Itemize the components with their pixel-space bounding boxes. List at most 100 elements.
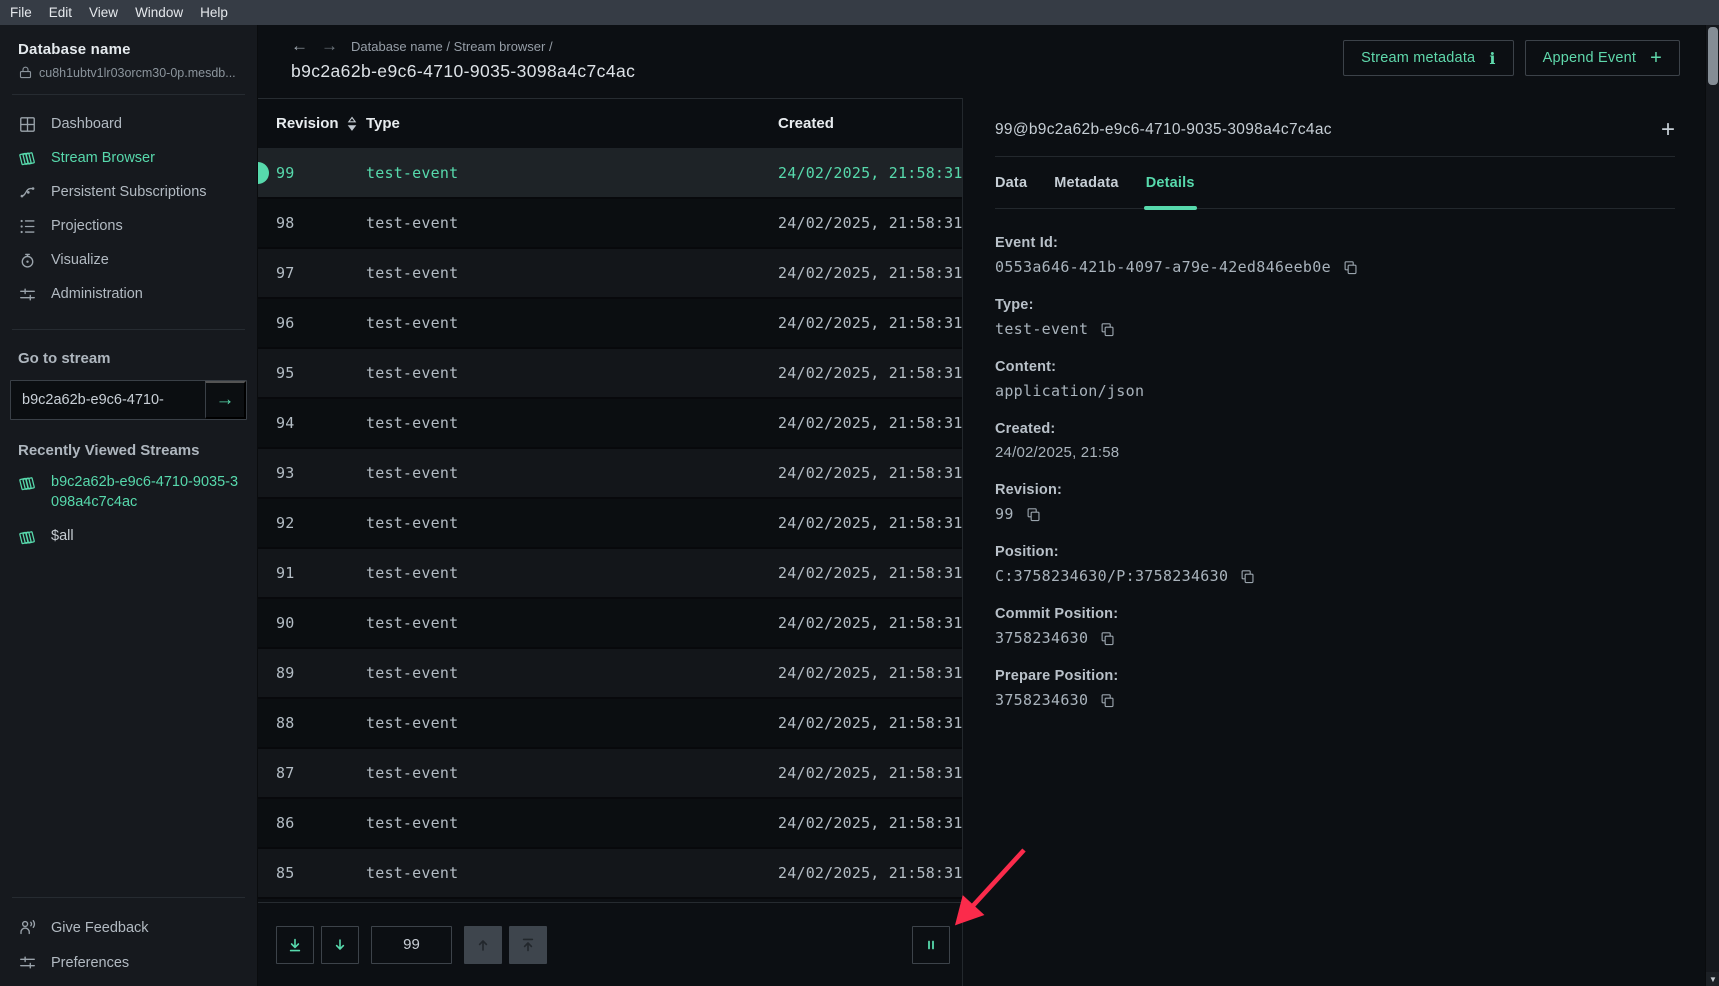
- preferences-button[interactable]: Preferences: [0, 945, 257, 980]
- breadcrumb-text: Database name / Stream browser /: [351, 39, 553, 54]
- goto-stream-button[interactable]: →: [205, 381, 246, 419]
- field-value: 99: [995, 505, 1014, 523]
- table-row[interactable]: 95test-event24/02/2025, 21:58:31: [258, 349, 962, 399]
- jump-to-last-button[interactable]: [276, 926, 314, 964]
- field-type: Type: test-event: [995, 297, 1675, 338]
- jump-to-first-button[interactable]: [509, 926, 547, 964]
- table-body: 99test-event24/02/2025, 21:58:31 98test-…: [258, 149, 962, 899]
- field-created: Created: 24/02/2025, 21:58: [995, 421, 1675, 461]
- menubar: File Edit View Window Help: [0, 0, 1719, 25]
- table-row[interactable]: 90test-event24/02/2025, 21:58:31: [258, 599, 962, 649]
- tab-data[interactable]: Data: [995, 157, 1027, 208]
- tab-details[interactable]: Details: [1146, 157, 1195, 208]
- arrow-up-to-line-icon: [520, 937, 536, 953]
- scrollbar-down-arrow[interactable]: ▼: [1706, 972, 1719, 986]
- recent-streams-list: b9c2a62b-e9c6-4710-9035-3098a4c7c4ac $al…: [0, 459, 257, 547]
- sidebar-item-administration[interactable]: Administration: [0, 277, 257, 311]
- sort-icon[interactable]: [347, 116, 357, 132]
- add-icon[interactable]: +: [1661, 118, 1675, 142]
- copy-icon[interactable]: [1342, 259, 1359, 276]
- stream-metadata-label: Stream metadata: [1361, 50, 1475, 66]
- field-value: 3758234630: [995, 629, 1088, 647]
- append-event-button[interactable]: Append Event +: [1525, 40, 1680, 76]
- stream-icon: [18, 528, 37, 547]
- sidebar-item-label: Visualize: [51, 252, 109, 268]
- append-event-label: Append Event: [1543, 50, 1637, 66]
- pause-live-updates-button[interactable]: [912, 926, 950, 964]
- main-header: ← → Database name / Stream browser / b9c…: [258, 25, 1719, 98]
- recent-streams-heading: Recently Viewed Streams: [0, 420, 257, 459]
- goto-stream-input[interactable]: [11, 381, 205, 419]
- menu-view[interactable]: View: [89, 5, 118, 20]
- sidebar-item-visualize[interactable]: Visualize: [0, 243, 257, 277]
- copy-icon[interactable]: [1099, 692, 1116, 709]
- table-row[interactable]: 98test-event24/02/2025, 21:58:31: [258, 199, 962, 249]
- goto-stream-control: →: [10, 380, 247, 420]
- database-name: Database name: [18, 41, 239, 58]
- sidebar-item-persistent-subscriptions[interactable]: Persistent Subscriptions: [0, 175, 257, 209]
- back-arrow-icon[interactable]: ←: [291, 36, 308, 56]
- preferences-label: Preferences: [51, 955, 129, 971]
- table-row[interactable]: 97test-event24/02/2025, 21:58:31: [258, 249, 962, 299]
- revision-number-input[interactable]: [371, 926, 452, 964]
- sidebar-item-projections[interactable]: Projections: [0, 209, 257, 243]
- scrollbar-thumb[interactable]: [1708, 27, 1718, 85]
- previous-page-button[interactable]: [464, 926, 502, 964]
- detail-tabs: Data Metadata Details: [995, 157, 1675, 209]
- sidebar-item-dashboard[interactable]: Dashboard: [0, 107, 257, 141]
- table-row[interactable]: 86test-event24/02/2025, 21:58:31: [258, 799, 962, 849]
- field-value: C:3758234630/P:3758234630: [995, 567, 1228, 585]
- table-row[interactable]: 89test-event24/02/2025, 21:58:31: [258, 649, 962, 699]
- recent-stream-item[interactable]: $all: [18, 527, 239, 547]
- forward-arrow-icon[interactable]: →: [321, 36, 338, 56]
- copy-icon[interactable]: [1099, 321, 1116, 338]
- arrow-up-icon: [475, 937, 491, 953]
- field-value: test-event: [995, 320, 1088, 338]
- goto-stream-heading: Go to stream: [0, 330, 257, 367]
- column-header-revision[interactable]: Revision: [276, 115, 366, 132]
- menu-window[interactable]: Window: [135, 5, 183, 20]
- copy-icon[interactable]: [1239, 568, 1256, 585]
- sidebar-item-label: Projections: [51, 218, 123, 234]
- next-page-button[interactable]: [321, 926, 359, 964]
- copy-icon[interactable]: [1025, 506, 1042, 523]
- stream-icon: [18, 474, 37, 493]
- feedback-icon: [18, 918, 37, 937]
- give-feedback-label: Give Feedback: [51, 920, 149, 936]
- subscriptions-icon: [18, 183, 37, 202]
- table-row[interactable]: 92test-event24/02/2025, 21:58:31: [258, 499, 962, 549]
- field-value: 3758234630: [995, 691, 1088, 709]
- database-id: cu8h1ubtv1lr03orcm30-0p.mesdb...: [39, 66, 236, 80]
- table-row[interactable]: 99test-event24/02/2025, 21:58:31: [258, 149, 962, 199]
- table-row[interactable]: 94test-event24/02/2025, 21:58:31: [258, 399, 962, 449]
- table-row[interactable]: 87test-event24/02/2025, 21:58:31: [258, 749, 962, 799]
- sidebar-item-label: Stream Browser: [51, 150, 155, 166]
- menu-file[interactable]: File: [10, 5, 32, 20]
- tab-metadata[interactable]: Metadata: [1054, 157, 1118, 208]
- field-commit-position: Commit Position: 3758234630: [995, 606, 1675, 647]
- table-header: Revision Type Created: [258, 99, 962, 149]
- plus-icon: +: [1650, 47, 1662, 70]
- pagination-bar: [258, 902, 962, 986]
- table-row[interactable]: 88test-event24/02/2025, 21:58:31: [258, 699, 962, 749]
- dashboard-icon: [18, 115, 37, 134]
- sidebar-item-stream-browser[interactable]: Stream Browser: [0, 141, 257, 175]
- table-row[interactable]: 93test-event24/02/2025, 21:58:31: [258, 449, 962, 499]
- event-detail-title: 99@b9c2a62b-e9c6-4710-9035-3098a4c7c4ac: [995, 121, 1332, 139]
- arrow-down-to-line-icon: [287, 937, 303, 953]
- table-row[interactable]: 91test-event24/02/2025, 21:58:31: [258, 549, 962, 599]
- recent-stream-label: b9c2a62b-e9c6-4710-9035-3098a4c7c4ac: [51, 473, 239, 512]
- table-row[interactable]: 85test-event24/02/2025, 21:58:31: [258, 849, 962, 899]
- menu-help[interactable]: Help: [200, 5, 228, 20]
- column-header-type: Type: [366, 115, 778, 132]
- field-revision: Revision: 99: [995, 482, 1675, 523]
- give-feedback-button[interactable]: Give Feedback: [0, 910, 257, 945]
- vertical-scrollbar[interactable]: ▼: [1705, 25, 1719, 986]
- recent-stream-item[interactable]: b9c2a62b-e9c6-4710-9035-3098a4c7c4ac: [18, 473, 239, 512]
- menu-edit[interactable]: Edit: [49, 5, 72, 20]
- table-row[interactable]: 96test-event24/02/2025, 21:58:31: [258, 299, 962, 349]
- stream-metadata-button[interactable]: Stream metadata i: [1343, 40, 1514, 76]
- copy-icon[interactable]: [1099, 630, 1116, 647]
- visualize-icon: [18, 251, 37, 270]
- field-value: 0553a646-421b-4097-a79e-42ed846eeb0e: [995, 258, 1331, 276]
